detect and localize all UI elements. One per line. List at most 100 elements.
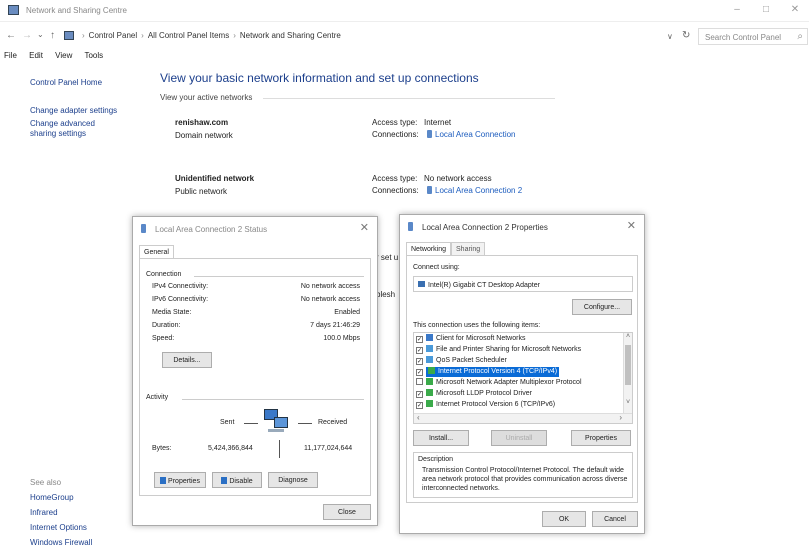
row-value: 7 days 21:46:29 bbox=[310, 322, 360, 329]
close-icon[interactable]: ✕ bbox=[627, 219, 636, 232]
connect-using-label: Connect using: bbox=[413, 264, 460, 271]
network-type: Domain network bbox=[175, 131, 233, 140]
network-type: Public network bbox=[175, 187, 228, 196]
checkbox[interactable]: ✓ bbox=[416, 402, 423, 409]
address-dropdown-icon[interactable]: ∨ bbox=[667, 32, 673, 41]
search-input[interactable]: Search Control Panel ⌕ bbox=[698, 28, 808, 45]
dialog-title: Local Area Connection 2 Status bbox=[155, 225, 268, 234]
disable-button[interactable]: Disable bbox=[212, 472, 262, 488]
scroll-up-icon[interactable]: ˄ bbox=[626, 333, 630, 340]
link-local-area-connection-2[interactable]: Local Area Connection 2 bbox=[435, 186, 522, 195]
row-value: Enabled bbox=[334, 309, 360, 316]
diagnose-button[interactable]: Diagnose bbox=[268, 472, 318, 488]
checkbox[interactable]: ✓ bbox=[416, 347, 423, 354]
adapter-name: Intel(R) Gigabit CT Desktop Adapter bbox=[428, 282, 540, 289]
vertical-scrollbar[interactable]: ˄ ˅ bbox=[623, 333, 632, 413]
nav-change-adapter-settings[interactable]: Change adapter settings bbox=[30, 106, 117, 116]
row-label: Duration: bbox=[152, 322, 181, 329]
details-button[interactable]: Details... bbox=[162, 352, 212, 368]
row-value: No network access bbox=[300, 296, 360, 303]
connections-label: Connections: bbox=[372, 186, 419, 195]
crumb-control-panel[interactable]: Control Panel bbox=[89, 31, 137, 40]
nav-change-sharing-settings[interactable]: Change advanced sharing settings bbox=[30, 119, 116, 139]
list-item[interactable]: ✓ QoS Packet Scheduler bbox=[414, 355, 632, 366]
checkbox[interactable] bbox=[416, 378, 423, 385]
network-2-info: Unidentified network Public network bbox=[175, 174, 254, 196]
link-infrared[interactable]: Infrared bbox=[30, 508, 92, 517]
crumb-all-items[interactable]: All Control Panel Items bbox=[148, 31, 229, 40]
list-item[interactable]: ✓ Internet Protocol Version 6 (TCP/IPv6) bbox=[414, 399, 632, 410]
protocol-icon bbox=[428, 367, 435, 374]
list-item[interactable]: ✓ File and Printer Sharing for Microsoft … bbox=[414, 344, 632, 355]
menu-edit[interactable]: Edit bbox=[29, 51, 43, 60]
scroll-down-icon[interactable]: ˅ bbox=[626, 399, 630, 406]
see-also-heading: See also bbox=[30, 478, 62, 487]
list-item[interactable]: ✓ Internet Protocol Version 4 (TCP/IPv4) bbox=[414, 366, 632, 377]
network-adapter-icon bbox=[141, 224, 146, 233]
link-homegroup[interactable]: HomeGroup bbox=[30, 493, 92, 502]
item-properties-button[interactable]: Properties bbox=[571, 430, 631, 446]
menu-tools[interactable]: Tools bbox=[84, 51, 103, 60]
refresh-icon[interactable]: ↻ bbox=[682, 30, 690, 41]
tab-sharing[interactable]: Sharing bbox=[451, 242, 486, 256]
configure-button[interactable]: Configure... bbox=[572, 299, 632, 315]
back-icon[interactable]: ← bbox=[6, 30, 16, 41]
properties-button[interactable]: Properties bbox=[154, 472, 206, 488]
scrollbar-thumb[interactable] bbox=[625, 345, 631, 385]
checkbox[interactable]: ✓ bbox=[416, 369, 423, 376]
bytes-label: Bytes: bbox=[152, 445, 172, 452]
menu-file[interactable]: File bbox=[4, 51, 17, 60]
sent-label: Sent bbox=[220, 419, 235, 426]
divider bbox=[279, 440, 280, 458]
page-title: View your basic network information and … bbox=[160, 71, 479, 85]
items-list[interactable]: ✓ Client for Microsoft Networks ✓ File and… bbox=[413, 332, 633, 424]
checkbox[interactable]: ✓ bbox=[416, 391, 423, 398]
received-label: Received bbox=[318, 419, 348, 426]
list-item[interactable]: Microsoft Network Adapter Multiplexor Pr… bbox=[414, 377, 632, 388]
checkbox[interactable]: ✓ bbox=[416, 336, 423, 343]
minimize-button[interactable]: – bbox=[722, 4, 752, 18]
maximize-button[interactable]: □ bbox=[751, 4, 781, 18]
close-icon[interactable]: ✕ bbox=[360, 221, 369, 234]
link-internet-options[interactable]: Internet Options bbox=[30, 523, 92, 532]
status-dialog: Local Area Connection 2 Status ✕ General… bbox=[132, 216, 378, 526]
dialog-title-bar: Local Area Connection 2 Properties ✕ bbox=[400, 215, 644, 237]
checkbox[interactable]: ✓ bbox=[416, 358, 423, 365]
nav-control-panel-home[interactable]: Control Panel Home bbox=[30, 78, 117, 88]
item-label: Microsoft Network Adapter Multiplexor Pr… bbox=[436, 379, 582, 386]
install-button[interactable]: Install... bbox=[413, 430, 469, 446]
description-heading: Description bbox=[418, 456, 454, 463]
close-button[interactable]: ✕ bbox=[780, 4, 809, 18]
network-name: Unidentified network bbox=[175, 174, 255, 183]
menu-view[interactable]: View bbox=[55, 51, 72, 60]
network-adapter-icon bbox=[427, 186, 432, 194]
horizontal-scrollbar[interactable]: ‹ › bbox=[414, 413, 632, 423]
window-title: Network and Sharing Centre bbox=[26, 6, 127, 15]
divider bbox=[182, 399, 364, 400]
list-item[interactable]: ✓ Client for Microsoft Networks bbox=[414, 333, 632, 344]
cancel-button[interactable]: Cancel bbox=[592, 511, 638, 527]
scroll-left-icon[interactable]: ‹ bbox=[417, 413, 420, 422]
access-type-label: Access type: bbox=[372, 118, 418, 127]
tab-networking[interactable]: Networking bbox=[406, 242, 452, 256]
up-icon[interactable]: ↑ bbox=[50, 30, 55, 41]
list-item[interactable]: ✓ Microsoft LLDP Protocol Driver bbox=[414, 388, 632, 399]
search-icon[interactable]: ⌕ bbox=[797, 31, 803, 42]
link-local-area-connection[interactable]: Local Area Connection bbox=[435, 130, 516, 139]
tab-general[interactable]: General bbox=[139, 245, 174, 259]
connections-label: Connections: bbox=[372, 130, 419, 139]
item-label: Internet Protocol Version 6 (TCP/IPv6) bbox=[436, 401, 556, 408]
network-adapter-icon bbox=[408, 222, 413, 231]
link-windows-firewall[interactable]: Windows Firewall bbox=[30, 538, 92, 547]
crumb-network-centre[interactable]: Network and Sharing Centre bbox=[240, 31, 341, 40]
recent-locations-icon[interactable]: ⌄ bbox=[37, 30, 44, 39]
scroll-right-icon[interactable]: › bbox=[619, 413, 622, 422]
description-box: Description Transmission Control Protoco… bbox=[413, 452, 633, 498]
close-dialog-button[interactable]: Close bbox=[323, 504, 371, 520]
divider bbox=[263, 98, 555, 99]
tab-strip: General bbox=[139, 245, 174, 259]
ok-button[interactable]: OK bbox=[542, 511, 586, 527]
forward-icon[interactable]: → bbox=[22, 30, 32, 41]
row-label: Media State: bbox=[152, 309, 192, 316]
address-bar: ← → ⌄ ↑ › Control Panel › All Control Panel… bbox=[0, 28, 809, 46]
